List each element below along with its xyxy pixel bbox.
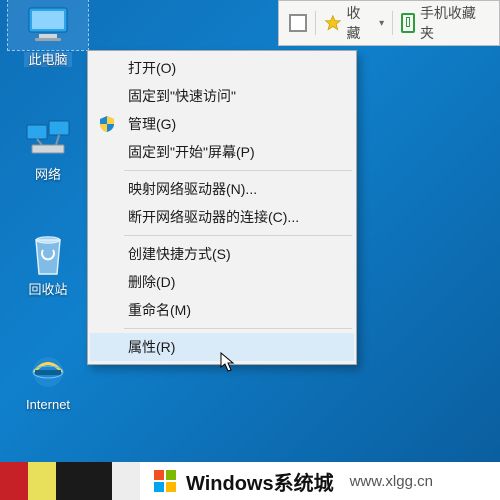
menu-item-pin-start[interactable]: 固定到"开始"屏幕(P) [90,138,354,166]
network-icon [8,115,88,165]
desktop-icon-label: 此电脑 [24,52,71,67]
menu-item-manage[interactable]: 管理(G) [90,110,354,138]
menu-item-pin-quick-access[interactable]: 固定到"快速访问" [90,82,354,110]
menu-item-disconnect-network-drive[interactable]: 断开网络驱动器的连接(C)... [90,203,354,231]
recycle-bin-icon [8,230,88,280]
menu-separator [124,328,352,329]
desktop-icon-internet-explorer[interactable]: Internet [8,345,88,412]
computer-icon [8,0,88,50]
watermark-bar: Windows系统城 www.xlgg.cn [0,462,500,500]
menu-item-open[interactable]: 打开(O) [90,54,354,82]
context-menu: 打开(O) 固定到"快速访问" 管理(G) 固定到"开始"屏幕(P) 映射网络驱… [87,50,357,365]
windows-logo-icon [154,470,176,492]
watermark-url: www.xlgg.cn [350,473,433,490]
menu-item-properties[interactable]: 属性(R) [90,333,354,361]
desktop-icon-this-pc[interactable]: 此电脑 [8,0,88,67]
desktop-icon-label: 网络 [8,167,88,182]
watermark-title: Windows系统城 [186,467,334,496]
menu-separator [124,235,352,236]
watermark-color-bars [0,462,140,500]
menu-item-rename[interactable]: 重命名(M) [90,296,354,324]
menu-separator [124,170,352,171]
menu-item-map-network-drive[interactable]: 映射网络驱动器(N)... [90,175,354,203]
menu-item-create-shortcut[interactable]: 创建快捷方式(S) [90,240,354,268]
desktop-icon-label: 回收站 [8,282,88,297]
menu-item-delete[interactable]: 删除(D) [90,268,354,296]
shield-icon [98,114,118,134]
desktop-icon-label: Internet [8,397,88,412]
desktop-icon-recycle-bin[interactable]: 回收站 [8,230,88,297]
desktop-icon-network[interactable]: 网络 [8,115,88,182]
ie-icon [8,345,88,395]
